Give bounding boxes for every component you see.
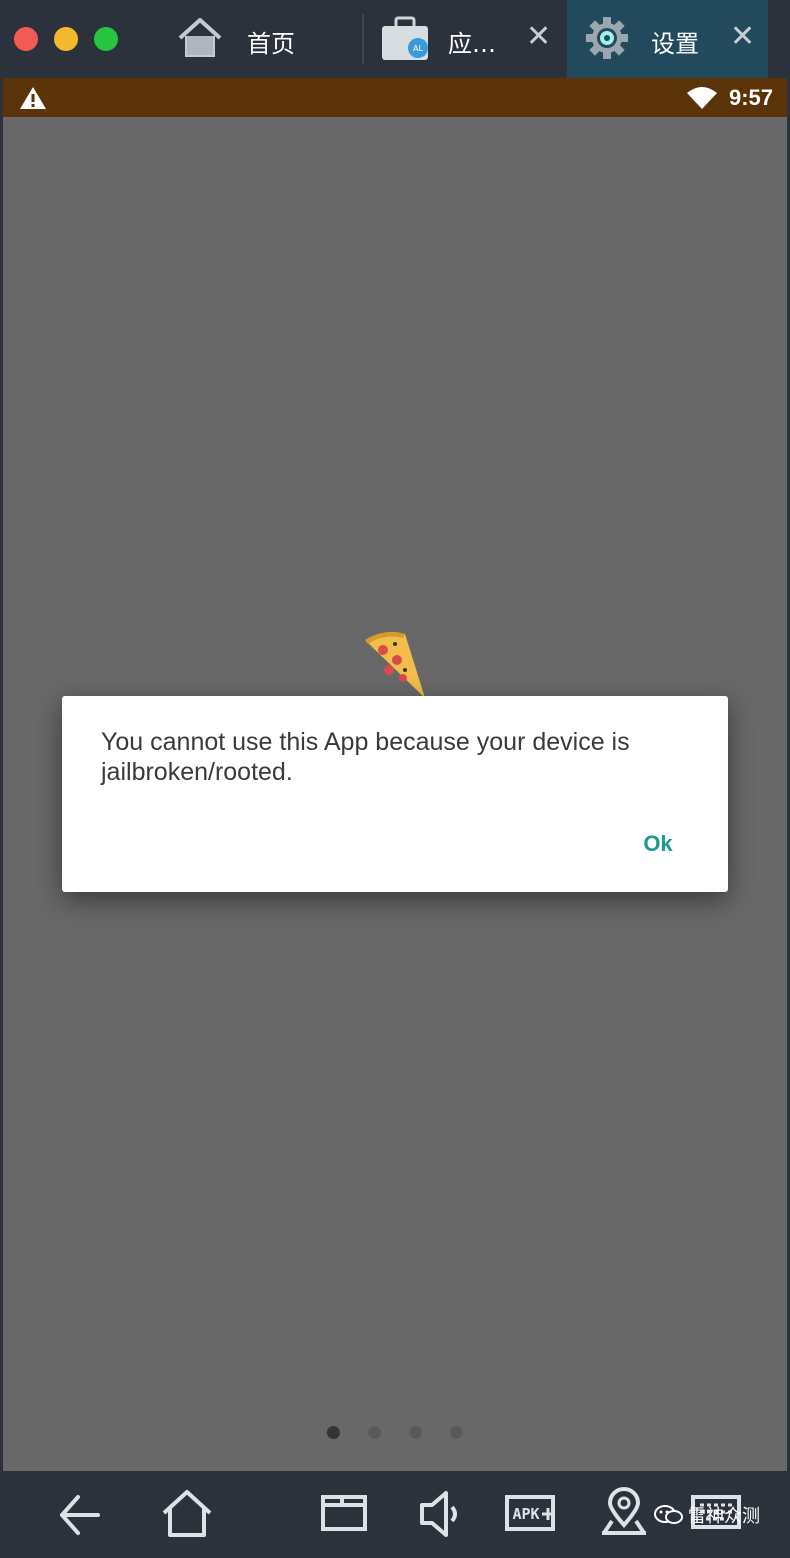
home-icon (176, 16, 224, 66)
emulator-navbar: APK 雷神众测 (0, 1473, 790, 1554)
maximize-window-button[interactable] (94, 27, 118, 51)
back-icon (60, 1495, 100, 1535)
page-indicator (321, 1426, 471, 1440)
pizza-logo-icon (359, 630, 431, 706)
window-icon (321, 1495, 367, 1531)
tab-settings-label: 设置 (651, 30, 699, 58)
tab-home[interactable]: 首页 (170, 0, 360, 78)
apk-install-icon: APK (505, 1495, 555, 1531)
window-titlebar: 首页 AL 应… ✕ 设置 ✕ (0, 0, 790, 78)
tab-home-label: 首页 (247, 30, 295, 58)
volume-button[interactable] (418, 1473, 462, 1554)
location-button[interactable] (600, 1473, 648, 1554)
android-statusbar: 9:57 (3, 78, 787, 117)
tab-settings[interactable]: 设置 ✕ (567, 0, 768, 78)
svg-text:AL: AL (413, 44, 423, 53)
dialog-message: You cannot use this App because your dev… (101, 728, 630, 786)
page-dot-2[interactable] (368, 1426, 381, 1439)
watermark: 雷神众测 (654, 1502, 760, 1531)
back-button[interactable] (56, 1473, 102, 1554)
app-bag-icon: AL (380, 16, 430, 68)
svg-text:APK: APK (512, 1505, 539, 1523)
apk-install-button[interactable]: APK (504, 1473, 558, 1554)
tab-settings-close-button[interactable]: ✕ (730, 22, 755, 52)
wechat-icon (654, 1504, 684, 1531)
home-icon (162, 1490, 212, 1537)
page-dot-3[interactable] (409, 1426, 422, 1439)
close-window-button[interactable] (14, 27, 38, 51)
volume-icon (420, 1491, 457, 1537)
wifi-icon (687, 87, 717, 113)
minimize-window-button[interactable] (54, 27, 78, 51)
ok-button[interactable]: Ok (628, 824, 688, 864)
watermark-text: 雷神众测 (688, 1506, 760, 1527)
rooted-warning-dialog: You cannot use this App because your dev… (62, 696, 728, 892)
home-button[interactable] (160, 1473, 214, 1554)
tab-app[interactable]: AL 应… ✕ (368, 0, 564, 78)
gear-icon (585, 16, 629, 66)
location-icon (602, 1487, 646, 1535)
status-clock: 9:57 (729, 85, 774, 110)
warning-icon (19, 86, 47, 114)
page-dot-4[interactable] (450, 1426, 463, 1439)
emulator-screen: 9:57 You cannot use this App because you… (3, 78, 787, 1471)
tab-app-label: 应… (448, 30, 496, 58)
page-dot-1[interactable] (327, 1426, 340, 1439)
tab-divider (362, 14, 364, 64)
tab-app-close-button[interactable]: ✕ (526, 22, 551, 52)
window-button[interactable] (320, 1473, 368, 1554)
